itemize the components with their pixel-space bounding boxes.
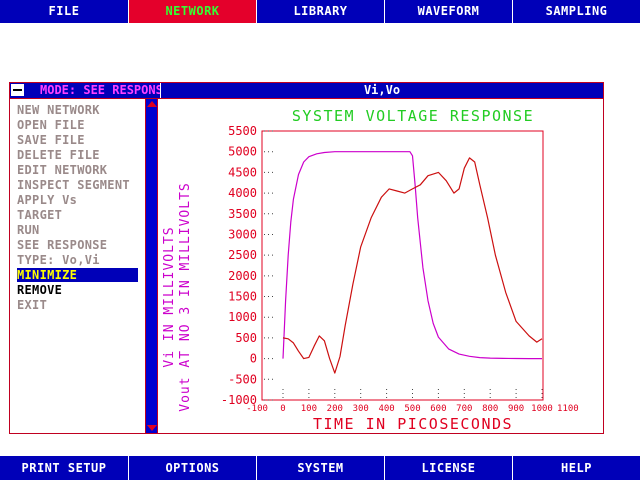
x-tick-label: 300 — [353, 404, 369, 414]
y-tick-label: 2000 — [228, 269, 257, 283]
scroll-down-arrow-icon[interactable] — [147, 425, 157, 431]
x-tick-label: 800 — [482, 404, 498, 414]
y-tick-label: 1500 — [228, 290, 257, 304]
y-axis-label-vi: Vi IN MILLIVOLTS — [162, 226, 177, 367]
x-tick-label: -100 — [246, 404, 268, 414]
plot-frame — [261, 130, 544, 401]
side-item-minimize[interactable]: MINIMIZE — [17, 268, 138, 282]
response-window: MODE: SEE RESPONSE Vi,Vo NEW NETWORK OPE… — [9, 82, 604, 434]
side-item-exit[interactable]: EXIT — [17, 298, 138, 312]
x-tick-label: 600 — [430, 404, 446, 414]
side-item-delete-file[interactable]: DELETE FILE — [17, 148, 138, 162]
x-axis-label: TIME IN PICOSECONDS — [313, 415, 513, 433]
y-axis-label-vout: Vout AT NO 3 IN MILLIVOLTS — [178, 182, 193, 412]
x-tick-label: 1100 — [557, 404, 579, 414]
y-tick-label: 3500 — [228, 207, 257, 221]
window-menu-icon[interactable] — [11, 84, 24, 96]
menu-library[interactable]: LIBRARY — [256, 0, 384, 23]
scroll-up-arrow-icon[interactable] — [147, 101, 157, 107]
series-line-vo — [282, 157, 543, 374]
x-tick-label: 900 — [508, 404, 524, 414]
y-tick-label: 4500 — [228, 165, 257, 179]
x-tick-label: 700 — [456, 404, 472, 414]
x-tick-label: 400 — [378, 404, 394, 414]
y-tick-label: 4000 — [228, 186, 257, 200]
y-tick-label: 5500 — [228, 124, 257, 138]
voltage-response-chart: SYSTEM VOLTAGE RESPONSE Vi IN MILLIVOLTS… — [162, 107, 579, 433]
side-item-new-network[interactable]: NEW NETWORK — [17, 103, 138, 117]
side-item-target[interactable]: TARGET — [17, 208, 138, 222]
button-print-setup[interactable]: PRINT SETUP — [0, 456, 128, 480]
y-tick-label: 5000 — [228, 145, 257, 159]
vertical-scrollbar[interactable] — [145, 99, 158, 433]
menu-waveform[interactable]: WAVEFORM — [384, 0, 512, 23]
plot-area: SYSTEM VOLTAGE RESPONSE Vi IN MILLIVOLTS… — [159, 99, 603, 433]
button-system[interactable]: SYSTEM — [256, 456, 384, 480]
y-tick-label: 1000 — [228, 310, 257, 324]
side-item-see-response[interactable]: SEE RESPONSE — [17, 238, 138, 252]
axes — [261, 130, 544, 401]
button-help[interactable]: HELP — [512, 456, 640, 480]
y-tick-label: 500 — [235, 331, 257, 345]
bottom-menu-bar: PRINT SETUP OPTIONS SYSTEM LICENSE HELP — [0, 456, 640, 480]
x-tick-label: 1000 — [531, 404, 553, 414]
button-options[interactable]: OPTIONS — [128, 456, 256, 480]
tick-marks: 5500500045004000350030002500200015001000… — [221, 124, 579, 414]
series-line-vi — [282, 151, 542, 360]
y-tick-label: 3000 — [228, 227, 257, 241]
series-lines — [282, 151, 543, 374]
mode-label: MODE: SEE RESPONSE — [40, 83, 160, 97]
x-tick-label: 100 — [301, 404, 317, 414]
menu-sampling[interactable]: SAMPLING — [512, 0, 640, 23]
side-item-type[interactable]: TYPE: Vo,Vi — [17, 253, 138, 267]
x-tick-label: 500 — [404, 404, 420, 414]
side-item-save-file[interactable]: SAVE FILE — [17, 133, 138, 147]
menu-file[interactable]: FILE — [0, 0, 128, 23]
side-item-inspect-segment[interactable]: INSPECT SEGMENT — [17, 178, 138, 192]
side-item-open-file[interactable]: OPEN FILE — [17, 118, 138, 132]
window-titlebar[interactable]: MODE: SEE RESPONSE Vi,Vo — [10, 83, 603, 99]
side-item-edit-network[interactable]: EDIT NETWORK — [17, 163, 138, 177]
x-tick-label: 200 — [327, 404, 343, 414]
y-tick-label: -500 — [228, 372, 257, 386]
button-license[interactable]: LICENSE — [384, 456, 512, 480]
x-tick-label: 0 — [280, 404, 285, 414]
chart-title: SYSTEM VOLTAGE RESPONSE — [292, 107, 534, 125]
side-item-run[interactable]: RUN — [17, 223, 138, 237]
top-menu-bar: FILE NETWORK LIBRARY WAVEFORM SAMPLING — [0, 0, 640, 23]
y-tick-label: 0 — [250, 352, 257, 366]
window-title: Vi,Vo — [363, 83, 401, 97]
side-item-apply-vs[interactable]: APPLY Vs — [17, 193, 138, 207]
side-item-remove[interactable]: REMOVE — [17, 283, 138, 297]
y-tick-label: 2500 — [228, 248, 257, 262]
menu-network[interactable]: NETWORK — [128, 0, 256, 23]
